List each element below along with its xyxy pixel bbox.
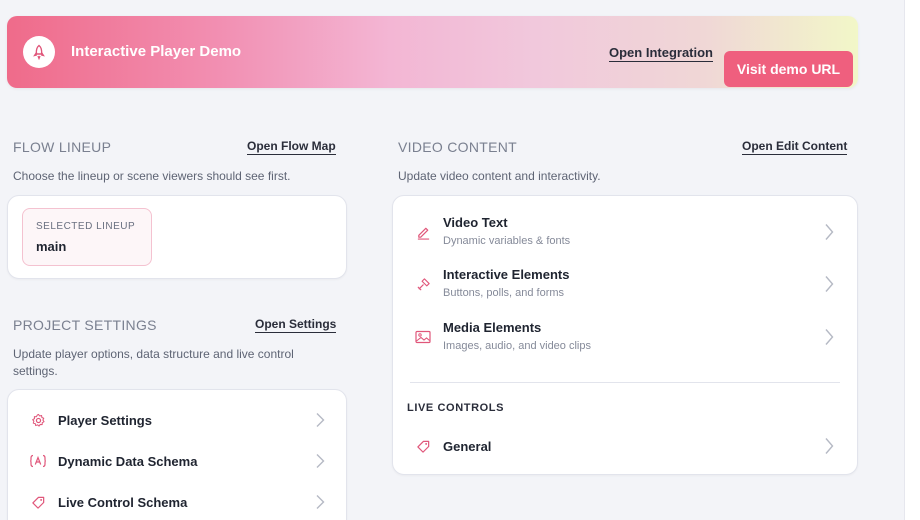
project-settings-description-line-2: settings. — [13, 364, 58, 378]
selected-lineup-selector[interactable]: SELECTED LINEUP main — [22, 208, 152, 266]
chevron-right-icon — [314, 494, 326, 510]
pen-icon — [415, 224, 431, 240]
chevron-right-icon — [314, 453, 326, 469]
open-flow-map-link[interactable]: Open Flow Map — [247, 139, 336, 155]
visit-demo-url-button[interactable]: Visit demo URL — [724, 51, 853, 87]
player-settings-item[interactable]: Player Settings — [8, 400, 346, 440]
right-scroll-gutter — [904, 0, 920, 520]
live-control-schema-label: Live Control Schema — [58, 494, 188, 510]
chevron-right-icon — [823, 275, 835, 293]
variable-icon — [30, 453, 46, 469]
project-settings-card: Player Settings Dynamic Data Schema Live… — [7, 389, 347, 520]
open-edit-content-link[interactable]: Open Edit Content — [742, 139, 848, 155]
video-text-subtitle: Dynamic variables & fonts — [443, 235, 571, 247]
demo-banner: Interactive Player Demo Open Integration… — [7, 16, 858, 88]
image-icon — [415, 329, 431, 345]
flow-lineup-card: SELECTED LINEUP main — [7, 195, 347, 279]
flow-lineup-title: FLOW LINEUP — [13, 139, 112, 155]
video-content-card: Video Text Dynamic variables & fonts Int… — [392, 195, 858, 475]
project-settings-description-line-1: Update player options, data structure an… — [13, 347, 294, 361]
media-elements-title: Media Elements — [443, 320, 542, 335]
project-settings-title: PROJECT SETTINGS — [13, 317, 157, 333]
gear-icon — [30, 412, 46, 428]
live-controls-title: LIVE CONTROLS — [407, 402, 505, 414]
interactive-elements-item[interactable]: Interactive Elements Buttons, polls, and… — [393, 248, 857, 299]
player-settings-label: Player Settings — [58, 412, 152, 428]
interactive-icon — [415, 276, 431, 292]
live-general-item[interactable]: General — [393, 426, 857, 466]
rocket-icon — [23, 36, 55, 68]
chevron-right-icon — [823, 438, 835, 454]
chevron-right-icon — [823, 223, 835, 241]
live-general-label: General — [443, 438, 492, 454]
tag-icon — [30, 494, 46, 510]
section-divider — [410, 382, 840, 383]
chevron-right-icon — [314, 412, 326, 428]
media-elements-item[interactable]: Media Elements Images, audio, and video … — [393, 301, 857, 352]
media-elements-subtitle: Images, audio, and video clips — [443, 340, 591, 352]
selected-lineup-value: main — [36, 239, 67, 254]
selected-lineup-label: SELECTED LINEUP — [36, 221, 136, 232]
flow-lineup-description: Choose the lineup or scene viewers shoul… — [13, 169, 291, 183]
dynamic-data-schema-item[interactable]: Dynamic Data Schema — [8, 441, 346, 481]
tag-icon — [415, 438, 431, 454]
chevron-right-icon — [823, 328, 835, 346]
video-text-item[interactable]: Video Text Dynamic variables & fonts — [393, 196, 857, 247]
video-content-title: VIDEO CONTENT — [398, 139, 518, 155]
live-control-schema-item[interactable]: Live Control Schema — [8, 482, 346, 520]
dynamic-data-schema-label: Dynamic Data Schema — [58, 453, 198, 469]
video-text-title: Video Text — [443, 215, 508, 230]
banner-title: Interactive Player Demo — [71, 43, 242, 60]
interactive-elements-subtitle: Buttons, polls, and forms — [443, 287, 565, 299]
open-settings-link[interactable]: Open Settings — [255, 317, 337, 333]
project-settings-description: Update player options, data structure an… — [13, 346, 294, 380]
open-integration-link[interactable]: Open Integration — [609, 45, 713, 62]
interactive-elements-title: Interactive Elements — [443, 267, 570, 282]
video-content-description: Update video content and interactivity. — [398, 169, 601, 183]
